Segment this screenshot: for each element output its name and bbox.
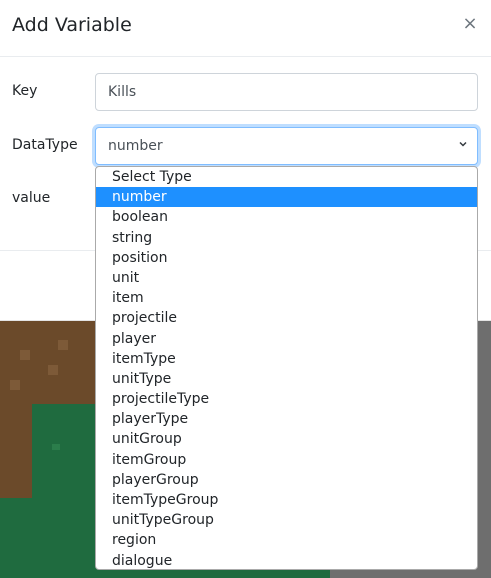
modal-title: Add Variable [12,14,132,36]
dropdown-option[interactable]: unitType [96,369,477,389]
grass-tuft [52,444,60,450]
datatype-dropdown-list[interactable]: Select Type number boolean string position un… [95,166,478,570]
close-icon: × [462,13,478,34]
dropdown-option[interactable]: Select Type [96,167,477,187]
dropdown-option[interactable]: dialogue [96,551,477,569]
dropdown-option[interactable]: itemGroup [96,450,477,470]
key-input[interactable] [95,73,478,111]
dropdown-option[interactable]: player [96,329,477,349]
key-label: Key [12,83,38,99]
key-row: Key [0,73,491,111]
dirt-speck [58,340,68,350]
dropdown-option[interactable]: position [96,248,477,268]
dropdown-option[interactable]: playerType [96,409,477,429]
dropdown-option[interactable]: projectileType [96,389,477,409]
dropdown-option[interactable]: unitTypeGroup [96,510,477,530]
dropdown-option[interactable]: item [96,288,477,308]
dirt-speck [48,365,58,375]
dropdown-option[interactable]: region [96,530,477,550]
dropdown-option[interactable]: number [96,187,477,208]
dropdown-option[interactable]: unit [96,268,477,288]
datatype-label: DataType [12,137,78,153]
datatype-row: DataType number [0,127,491,165]
dropdown-option[interactable]: unitGroup [96,429,477,449]
modal-header: Add Variable × [0,0,491,57]
dirt-speck [10,380,20,390]
dropdown-option[interactable]: string [96,228,477,248]
dirt-speck [20,350,30,360]
value-label: value [12,190,51,206]
chevron-down-icon [459,141,467,147]
close-button[interactable]: × [461,14,479,34]
dropdown-option[interactable]: projectile [96,308,477,328]
grass-tile-area [0,498,60,578]
dropdown-option[interactable]: playerGroup [96,470,477,490]
dropdown-option[interactable]: boolean [96,207,477,227]
datatype-select[interactable]: number [95,127,478,165]
dropdown-option[interactable]: itemTypeGroup [96,490,477,510]
datatype-selected-value: number [108,138,163,154]
dropdown-option[interactable]: itemType [96,349,477,369]
